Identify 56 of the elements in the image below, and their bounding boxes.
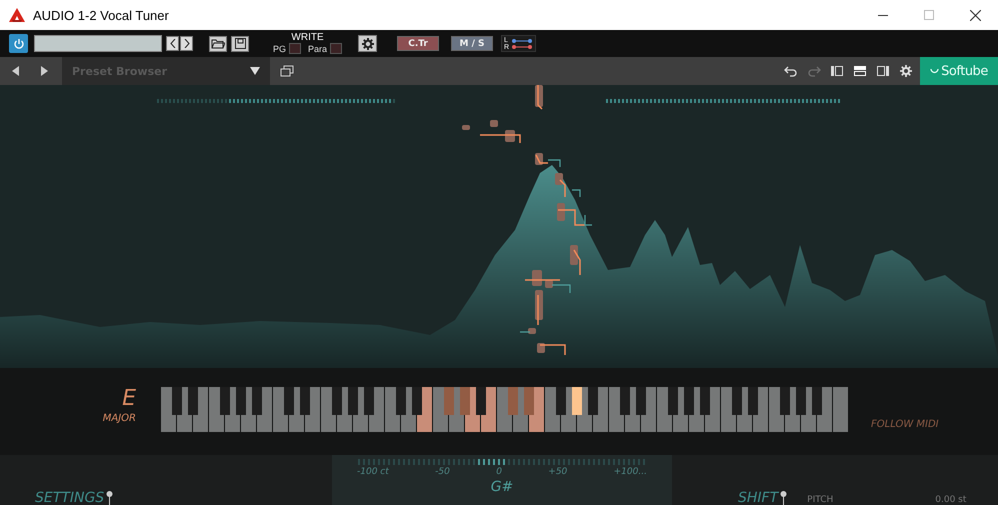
power-button[interactable]: [9, 34, 28, 53]
back-arrow-icon[interactable]: [10, 65, 20, 77]
window-icon[interactable]: [280, 65, 294, 77]
natural-key[interactable]: [417, 387, 432, 432]
forward-arrow-icon[interactable]: [40, 65, 50, 77]
shift-handle-icon[interactable]: [780, 491, 788, 505]
settings-icon[interactable]: [899, 65, 913, 77]
undo-icon[interactable]: [784, 65, 798, 77]
meter-tick-label: -50: [435, 467, 450, 477]
settings-button[interactable]: [358, 35, 378, 52]
save-button[interactable]: [231, 36, 249, 52]
left-panel-icon[interactable]: [830, 65, 844, 77]
para-label: Para: [308, 44, 328, 54]
gear-icon: [362, 38, 374, 50]
ctr-button[interactable]: C.Tr: [397, 36, 440, 51]
app-logo-icon: [9, 8, 25, 22]
settings-label: SETTINGS: [35, 491, 104, 505]
detected-note-label: G#: [490, 479, 514, 495]
pitch-value: 0.00 st: [935, 495, 966, 505]
power-icon: [12, 38, 24, 50]
shift-label: SHIFT: [738, 491, 778, 505]
previous-preset-button[interactable]: [166, 36, 179, 51]
ms-button[interactable]: M / S: [451, 36, 494, 51]
settings-handle-icon[interactable]: [106, 491, 114, 505]
pitch-label: PITCH: [807, 495, 834, 505]
write-label: WRITE: [291, 33, 324, 43]
maximize-icon: [924, 10, 934, 20]
natural-key[interactable]: [577, 387, 592, 432]
chevron-right-icon: [184, 39, 190, 48]
smile-icon: [930, 68, 940, 74]
pg-label: PG: [273, 44, 286, 54]
scale-label[interactable]: MAJOR: [102, 413, 136, 424]
natural-key[interactable]: [481, 387, 496, 432]
caret-icon: [250, 67, 260, 75]
follow-midi-button[interactable]: FOLLOW MIDI: [871, 419, 939, 430]
natural-key[interactable]: [465, 387, 480, 432]
window-title: AUDIO 1-2 Vocal Tuner: [33, 8, 170, 22]
close-icon[interactable]: [970, 10, 980, 20]
bottom-panel-icon[interactable]: [853, 65, 867, 77]
right-panel-icon[interactable]: [876, 65, 890, 77]
meter-tick-label: -100 ct: [357, 467, 389, 477]
minimize-icon[interactable]: [878, 14, 888, 16]
natural-key[interactable]: [561, 387, 576, 432]
chevron-left-icon: [170, 39, 176, 48]
key-root-label[interactable]: E: [122, 387, 136, 411]
meter-tick-label: +50: [548, 467, 568, 477]
para-toggle[interactable]: [330, 43, 342, 54]
next-preset-button[interactable]: [180, 36, 193, 51]
open-folder-button[interactable]: [209, 36, 227, 52]
pg-toggle[interactable]: [289, 43, 302, 54]
meter-tick-label: 0: [496, 467, 502, 477]
brand-logo[interactable]: Softube: [920, 57, 998, 85]
preset-name-field[interactable]: [34, 35, 162, 52]
meter-tick-label: +100...: [614, 467, 647, 477]
folder-icon: [211, 38, 225, 48]
channel-routing-icon: [511, 38, 534, 50]
